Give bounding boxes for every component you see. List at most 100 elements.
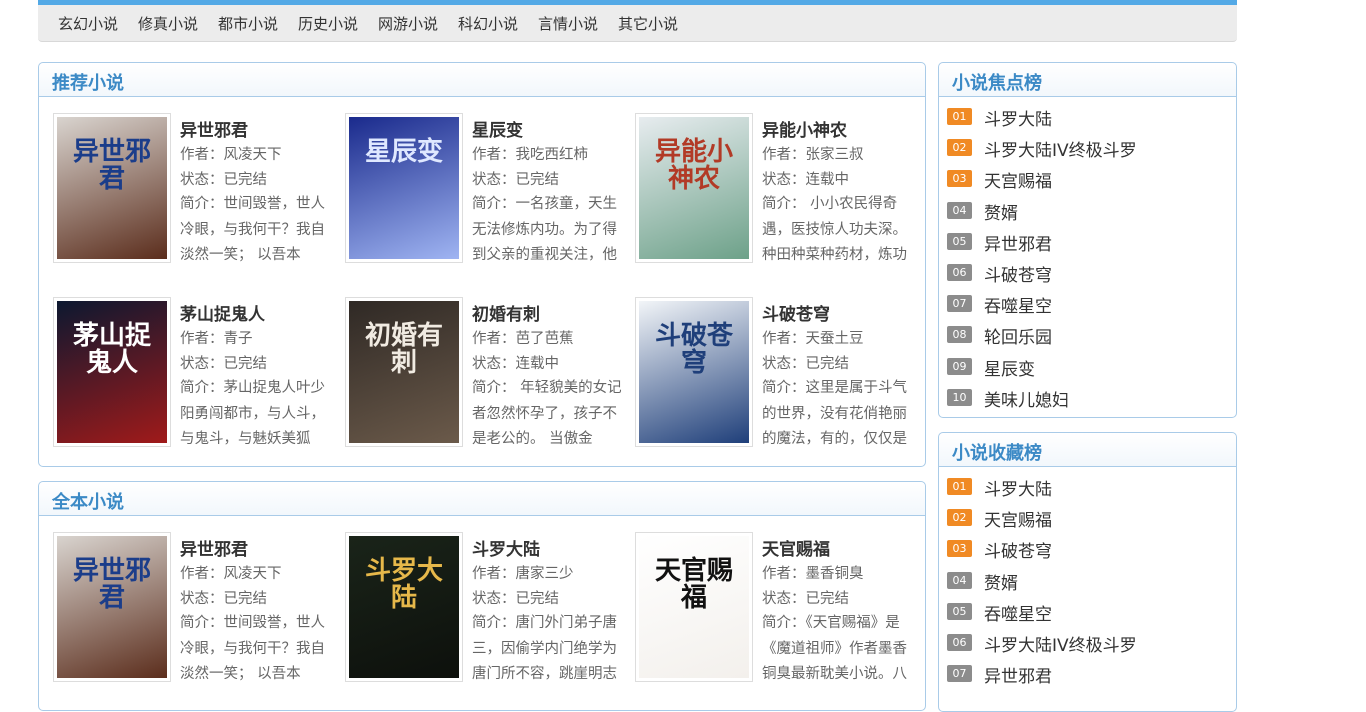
book-description: 简介：一名孩童，天生无法修炼内功。为了得到父亲的重视关注，他 bbox=[472, 196, 617, 263]
rank-number-badge: 07 bbox=[947, 295, 972, 313]
rank-book-name[interactable]: 星辰变 bbox=[984, 355, 1035, 380]
nav-link-lishi[interactable]: 历史小说 bbox=[298, 13, 358, 34]
nav-link-kehuan[interactable]: 科幻小说 bbox=[458, 13, 518, 34]
collect-ranking-header: 小说收藏榜 bbox=[939, 433, 1236, 467]
book-title-link[interactable]: 异世邪君 bbox=[180, 116, 248, 141]
recommend-panel-header: 推荐小说 bbox=[39, 63, 925, 97]
nav-link-xiuzhen[interactable]: 修真小说 bbox=[138, 13, 198, 34]
nav-link-qita[interactable]: 其它小说 bbox=[618, 13, 678, 34]
rank-book-name[interactable]: 轮回乐园 bbox=[984, 323, 1052, 348]
book-cover-image: 初婚有刺 bbox=[349, 301, 459, 443]
book-cover-image: 异能小神农 bbox=[639, 117, 749, 259]
rank-book-name[interactable]: 斗罗大陆 bbox=[984, 475, 1052, 500]
ranking-item[interactable]: 01 斗罗大陆 bbox=[939, 104, 1236, 130]
nav-link-xuanhuan[interactable]: 玄幻小说 bbox=[58, 13, 118, 34]
book-cover[interactable]: 异世邪君 bbox=[53, 532, 171, 682]
ranking-item[interactable]: 07 异世邪君 bbox=[939, 661, 1236, 687]
rank-number-badge: 08 bbox=[947, 326, 972, 344]
rank-number-badge: 05 bbox=[947, 602, 972, 620]
book-status: 状态：已完结 bbox=[762, 356, 849, 372]
ranking-item[interactable]: 06 斗破苍穹 bbox=[939, 260, 1236, 286]
ranking-item[interactable]: 10 美味儿媳妇 bbox=[939, 385, 1236, 411]
ranking-item[interactable]: 01 斗罗大陆 bbox=[939, 474, 1236, 500]
book-author: 作者：唐家三少 bbox=[472, 566, 574, 582]
book-title-link[interactable]: 茅山捉鬼人 bbox=[180, 300, 265, 325]
book-author: 作者：青子 bbox=[180, 331, 253, 347]
ranking-item[interactable]: 05 吞噬星空 bbox=[939, 599, 1236, 625]
book-title-link[interactable]: 斗破苍穹 bbox=[762, 300, 830, 325]
book-cover[interactable]: 天官赐福 bbox=[635, 532, 753, 682]
rank-number-badge: 06 bbox=[947, 634, 972, 651]
book-title-link[interactable]: 天官赐福 bbox=[762, 535, 830, 560]
rank-book-name[interactable]: 天宫赐福 bbox=[984, 167, 1052, 192]
book-cover-image: 异世邪君 bbox=[57, 536, 167, 678]
book-cover[interactable]: 斗破苍穹 bbox=[635, 297, 753, 447]
book-author: 作者：天蚕土豆 bbox=[762, 331, 864, 347]
recommend-panel-title[interactable]: 推荐小说 bbox=[52, 69, 124, 95]
book-title-link[interactable]: 星辰变 bbox=[472, 116, 523, 141]
rank-book-name[interactable]: 斗破苍穹 bbox=[984, 537, 1052, 562]
rank-book-name[interactable]: 斗罗大陆IV终极斗罗 bbox=[984, 136, 1137, 161]
ranking-item[interactable]: 04 赘婿 bbox=[939, 198, 1236, 224]
book-cover[interactable]: 茅山捉鬼人 bbox=[53, 297, 171, 447]
complete-panel: 全本小说 异世邪君 异世邪君 作者：风凌天下 状态：已完结 简介：世间毁誉，世人冷眼，与… bbox=[38, 481, 926, 711]
nav-link-yanqing[interactable]: 言情小说 bbox=[538, 13, 598, 34]
book-title-link[interactable]: 斗罗大陆 bbox=[472, 535, 540, 560]
book-cover[interactable]: 异世邪君 bbox=[53, 113, 171, 263]
rank-number-badge: 03 bbox=[947, 170, 972, 188]
book-cover[interactable]: 斗罗大陆 bbox=[345, 532, 463, 682]
book-cover-title: 茅山捉鬼人 bbox=[72, 321, 151, 379]
rank-book-name[interactable]: 斗罗大陆IV终极斗罗 bbox=[984, 631, 1137, 656]
rank-number-badge: 01 bbox=[947, 478, 972, 495]
recommend-panel: 推荐小说 异世邪君 异世邪君 作者：风凌天下 状态：已完结 简介：世间毁誉，世人冷眼，与… bbox=[38, 62, 926, 467]
category-nav: 玄幻小说 修真小说 都市小说 历史小说 网游小说 科幻小说 言情小说 其它小说 bbox=[38, 0, 1237, 42]
book-description: 简介：唐门外门弟子唐三，因偷学内门绝学为唐门所不容，跳崖明志 bbox=[472, 615, 617, 682]
ranking-item[interactable]: 07 吞噬星空 bbox=[939, 291, 1236, 317]
rank-book-name[interactable]: 斗破苍穹 bbox=[984, 261, 1052, 286]
book-cover[interactable]: 异能小神农 bbox=[635, 113, 753, 263]
rank-number-badge: 03 bbox=[947, 540, 972, 558]
collect-ranking-panel: 小说收藏榜 01 斗罗大陆 02 天宫赐福 03 斗破苍穹 04 赘婿 05 吞噬星空 06 斗罗大陆… bbox=[938, 432, 1237, 712]
ranking-item[interactable]: 09 星辰变 bbox=[939, 354, 1236, 380]
rank-number-badge: 02 bbox=[947, 139, 972, 157]
ranking-item[interactable]: 03 斗破苍穹 bbox=[939, 536, 1236, 562]
book-card: 斗罗大陆 斗罗大陆 作者：唐家三少 状态：已完结 简介：唐门外门弟子唐三，因偷学内门绝学… bbox=[345, 532, 630, 692]
book-description: 简介：世间毁誉，世人冷眼，与我何干？我自淡然一笑； 以吾本 bbox=[180, 196, 325, 263]
rank-number-badge: 09 bbox=[947, 357, 972, 375]
ranking-item[interactable]: 03 天宫赐福 bbox=[939, 166, 1236, 192]
book-cover-title: 初婚有刺 bbox=[364, 321, 443, 379]
rank-book-name[interactable]: 吞噬星空 bbox=[984, 600, 1052, 625]
book-title-link[interactable]: 初婚有刺 bbox=[472, 300, 540, 325]
book-title-link[interactable]: 异能小神农 bbox=[762, 116, 847, 141]
complete-panel-title[interactable]: 全本小说 bbox=[52, 488, 124, 514]
book-title-link[interactable]: 异世邪君 bbox=[180, 535, 248, 560]
focus-ranking-panel: 小说焦点榜 01 斗罗大陆 02 斗罗大陆IV终极斗罗 03 天宫赐福 04 赘婿 05 异世邪君… bbox=[938, 62, 1237, 418]
rank-book-name[interactable]: 异世邪君 bbox=[984, 230, 1052, 255]
ranking-item[interactable]: 02 天宫赐福 bbox=[939, 505, 1236, 531]
book-author: 作者：墨香铜臭 bbox=[762, 566, 864, 582]
focus-ranking-title: 小说焦点榜 bbox=[952, 73, 1042, 94]
book-card: 异能小神农 异能小神农 作者：张家三叔 状态：连载中 简介： 小小农民得奇遇，医技惊人功… bbox=[635, 113, 920, 273]
book-cover-title: 星辰变 bbox=[364, 137, 443, 167]
rank-book-name[interactable]: 赘婿 bbox=[984, 569, 1018, 594]
book-cover-title: 斗罗大陆 bbox=[364, 556, 443, 614]
rank-book-name[interactable]: 吞噬星空 bbox=[984, 292, 1052, 317]
rank-book-name[interactable]: 斗罗大陆 bbox=[984, 105, 1052, 130]
ranking-item[interactable]: 04 赘婿 bbox=[939, 568, 1236, 594]
book-cover[interactable]: 初婚有刺 bbox=[345, 297, 463, 447]
ranking-item[interactable]: 06 斗罗大陆IV终极斗罗 bbox=[939, 630, 1236, 656]
book-cover-image: 星辰变 bbox=[349, 117, 459, 259]
rank-book-name[interactable]: 天宫赐福 bbox=[984, 506, 1052, 531]
rank-book-name[interactable]: 赘婿 bbox=[984, 199, 1018, 224]
book-cover-title: 异世邪君 bbox=[72, 556, 151, 614]
book-cover[interactable]: 星辰变 bbox=[345, 113, 463, 263]
rank-book-name[interactable]: 异世邪君 bbox=[984, 662, 1052, 687]
book-author: 作者：芭了芭蕉 bbox=[472, 331, 574, 347]
ranking-item[interactable]: 05 异世邪君 bbox=[939, 229, 1236, 255]
nav-link-wangyou[interactable]: 网游小说 bbox=[378, 13, 438, 34]
ranking-item[interactable]: 02 斗罗大陆IV终极斗罗 bbox=[939, 135, 1236, 161]
rank-book-name[interactable]: 美味儿媳妇 bbox=[984, 386, 1069, 411]
ranking-item[interactable]: 08 轮回乐园 bbox=[939, 322, 1236, 348]
nav-link-dushi[interactable]: 都市小说 bbox=[218, 13, 278, 34]
rank-number-badge: 06 bbox=[947, 264, 972, 281]
